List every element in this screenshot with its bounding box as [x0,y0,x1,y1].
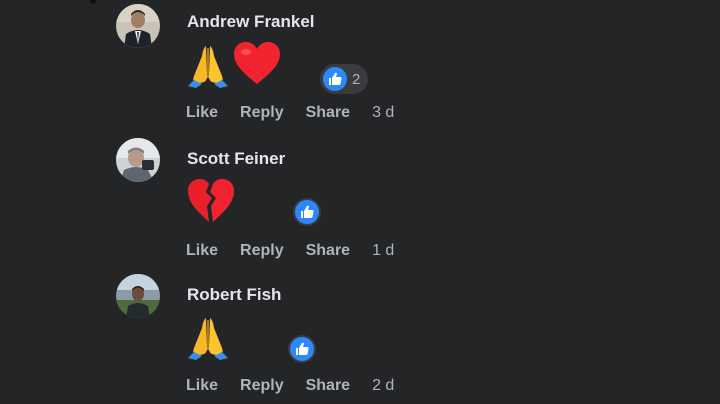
comment-body [186,175,236,227]
avatar[interactable] [116,4,160,48]
comment-timestamp[interactable]: 1 d [372,242,394,260]
share-button[interactable]: Share [306,242,350,260]
comment-body [186,310,230,362]
like-button[interactable]: Like [186,377,218,395]
like-button[interactable]: Like [186,104,218,122]
folded-hands-icon [188,318,228,360]
avatar[interactable] [116,274,160,318]
comment-item: Robert Fish Like Reply Share 2 d [0,270,720,404]
share-button[interactable]: Share [306,377,350,395]
comment-author[interactable]: Robert Fish [187,285,281,305]
reply-button[interactable]: Reply [240,242,284,260]
folded-hands-icon [188,46,228,88]
comment-author[interactable]: Scott Feiner [187,149,285,169]
like-reaction-icon [293,198,321,226]
share-button[interactable]: Share [306,104,350,122]
comment-item: Andrew Frankel 2 Like Reply Share 3 d [0,0,720,135]
like-reaction-icon [323,67,347,91]
reaction-summary[interactable] [292,197,322,227]
comment-item: Scott Feiner Like Reply Share 1 d [0,135,720,270]
reaction-summary[interactable] [287,334,317,364]
reply-button[interactable]: Reply [240,377,284,395]
broken-heart-icon [188,179,234,222]
comment-author[interactable]: Andrew Frankel [187,12,315,32]
comment-body [186,38,282,90]
comment-timestamp[interactable]: 2 d [372,377,394,395]
red-heart-icon [234,42,280,84]
like-button[interactable]: Like [186,242,218,260]
comment-actions: Like Reply Share 1 d [186,242,394,260]
comment-timestamp[interactable]: 3 d [372,104,394,122]
reaction-summary[interactable]: 2 [320,64,369,94]
like-reaction-icon [288,335,316,363]
comments-feed: Andrew Frankel 2 Like Reply Share 3 d Sc… [0,0,720,404]
reaction-count: 2 [352,70,361,88]
avatar[interactable] [116,138,160,182]
comment-actions: Like Reply Share 3 d [186,104,394,122]
reply-button[interactable]: Reply [240,104,284,122]
comment-actions: Like Reply Share 2 d [186,377,394,395]
